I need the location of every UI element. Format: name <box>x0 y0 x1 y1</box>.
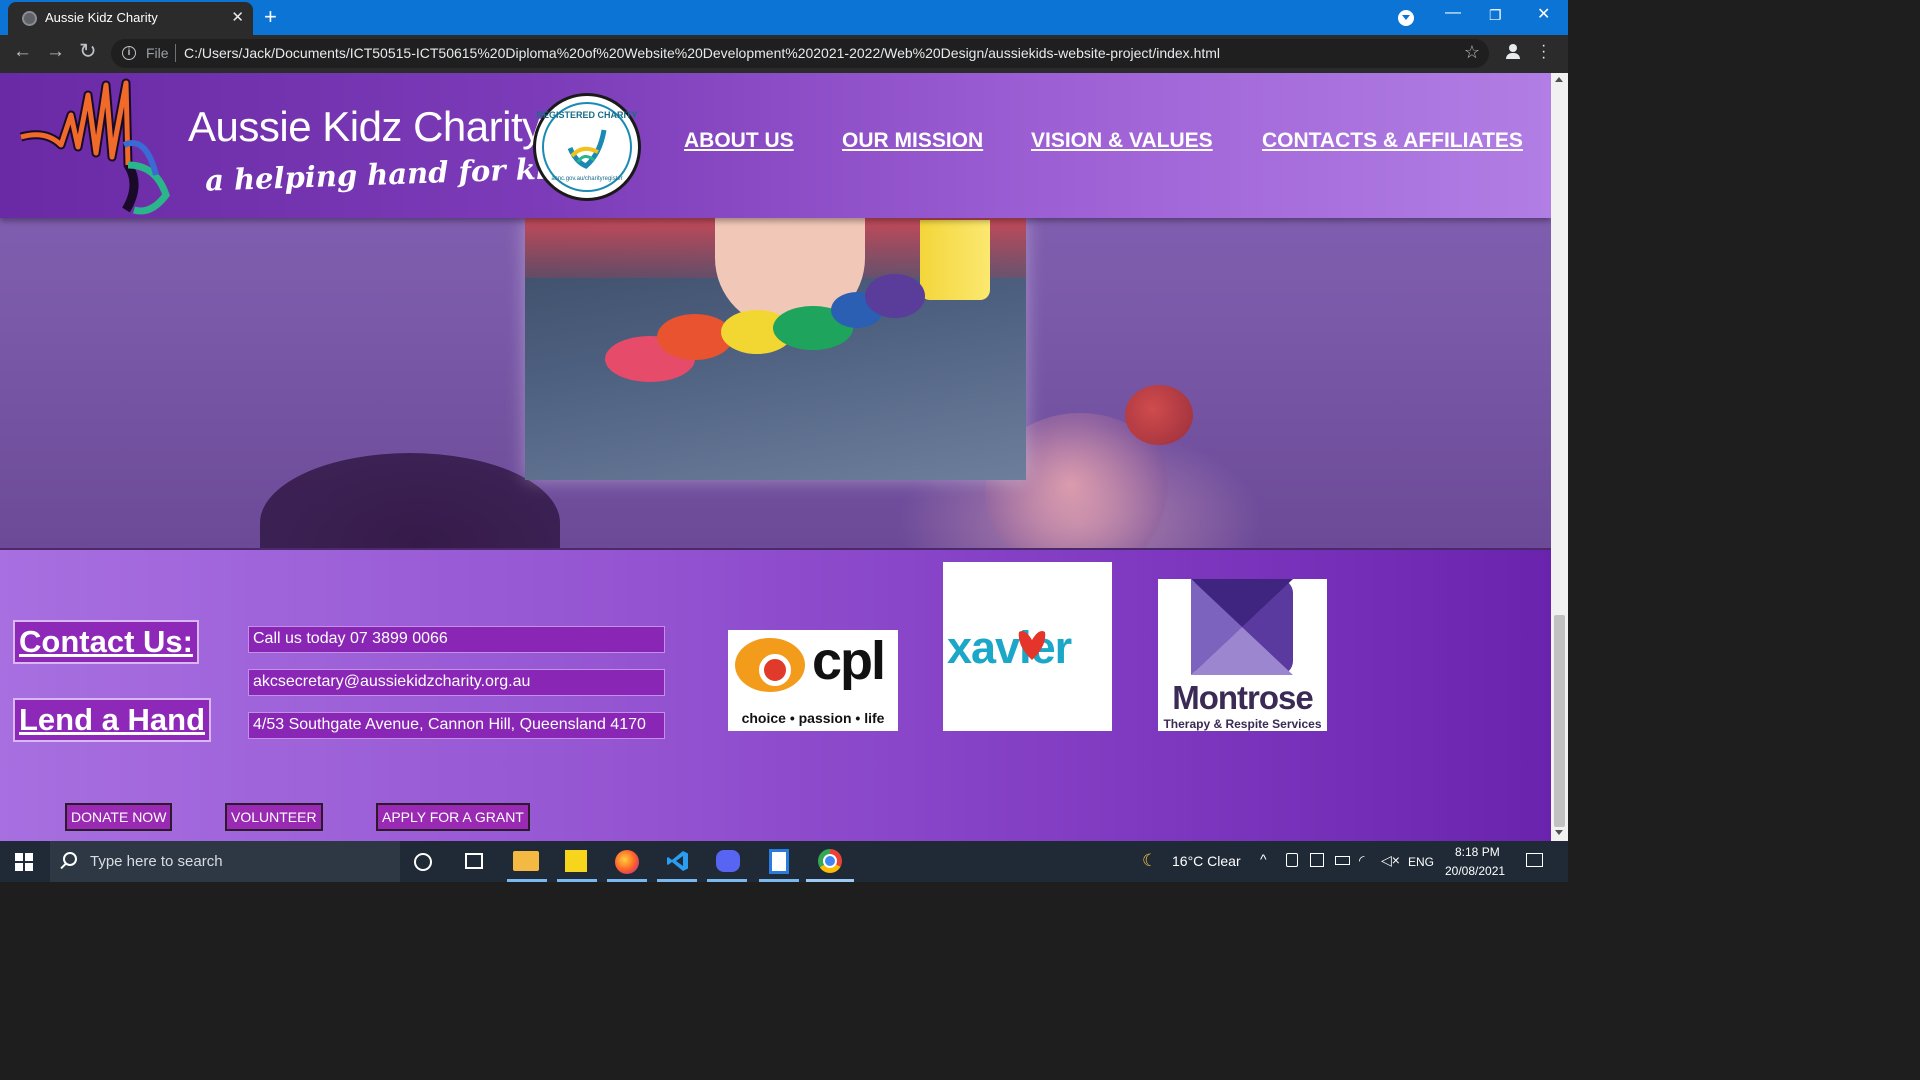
notepad-icon[interactable] <box>769 849 789 874</box>
clock-date[interactable]: 20/08/2021 <box>1445 864 1505 878</box>
search-placeholder: Type here to search <box>90 853 223 870</box>
taskbar-search[interactable]: Type here to search <box>50 841 400 882</box>
chevron-up-icon[interactable]: ^ <box>1260 851 1267 867</box>
address-bar[interactable]: i File C:/Users/Jack/Documents/ICT50515-… <box>111 39 1489 68</box>
mute-volume-icon[interactable]: ◁× <box>1381 852 1400 869</box>
montrose-tagline: Therapy & Respite Services <box>1163 717 1322 731</box>
montrose-wordmark: Montrose <box>1172 679 1314 716</box>
windows-taskbar: Type here to search ☾ 16°C Clear ^ ◜ ◁× … <box>0 841 1568 882</box>
page-scrollbar[interactable] <box>1551 73 1568 841</box>
dough-purple <box>865 274 925 318</box>
site-header: Aussie Kidz Charity a helping hand for k… <box>0 73 1551 218</box>
lend-a-hand-link[interactable]: Lend a Hand <box>13 698 212 742</box>
network-icon[interactable] <box>1310 853 1324 867</box>
language-indicator[interactable]: ENG <box>1408 855 1434 869</box>
donate-now-button[interactable]: DONATE NOW <box>65 803 173 831</box>
apply-for-grant-button[interactable]: APPLY FOR A GRANT <box>376 803 530 831</box>
yellow-cup <box>920 220 990 300</box>
scroll-thumb[interactable] <box>1554 615 1565 827</box>
nav-contacts-affiliates[interactable]: CONTACTS & AFFILIATES <box>1262 129 1523 153</box>
clock-time[interactable]: 8:18 PM <box>1455 845 1500 859</box>
url-text[interactable]: C:/Users/Jack/Documents/ICT50515-ICT5061… <box>184 45 1220 61</box>
globe-icon <box>22 11 37 26</box>
volunteer-button[interactable]: VOLUNTEER <box>225 803 323 831</box>
account-icon[interactable] <box>1506 44 1520 59</box>
nav-about-us[interactable]: ABOUT US <box>684 129 794 153</box>
browser-tab[interactable]: Aussie Kidz Charity ✕ <box>8 2 253 35</box>
xavier-logo[interactable]: xavier <box>943 562 1112 731</box>
site-tagline: a helping hand for kidz <box>204 150 585 198</box>
browser-tab-strip: Aussie Kidz Charity ✕ + — ❐ ✕ <box>0 0 1568 35</box>
browser-toolbar: ← → ↻ i File C:/Users/Jack/Documents/ICT… <box>0 35 1568 73</box>
xavier-wordmark: xavier <box>947 622 1072 673</box>
scroll-down-arrow-icon[interactable] <box>1555 830 1563 835</box>
file-explorer-icon[interactable] <box>513 851 539 871</box>
reload-button[interactable]: ↻ <box>79 39 97 64</box>
search-icon <box>63 852 77 866</box>
notifications-icon[interactable] <box>1526 853 1543 867</box>
task-view-icon[interactable] <box>465 853 483 869</box>
cortana-icon[interactable] <box>414 853 432 871</box>
red-pompom <box>1125 385 1193 445</box>
scroll-up-arrow-icon[interactable] <box>1555 77 1563 82</box>
new-tab-button[interactable]: + <box>264 4 277 30</box>
site-title[interactable]: Aussie Kidz Charity <box>188 103 543 151</box>
contact-us-link[interactable]: Contact Us: <box>13 620 199 664</box>
helping-hand-logo-icon[interactable] <box>16 75 176 215</box>
address-info: 4/53 Southgate Avenue, Cannon Hill, Quee… <box>248 712 665 739</box>
close-window-button[interactable]: ✕ <box>1537 4 1550 24</box>
discord-icon[interactable] <box>716 850 740 872</box>
tick-icon <box>567 129 607 169</box>
cpl-wordmark: cpl <box>812 631 886 691</box>
cpl-mark-icon <box>735 638 805 692</box>
moon-icon: ☾ <box>1142 851 1158 870</box>
email-info[interactable]: akcsecretary@aussiekidzcharity.org.au <box>248 669 665 696</box>
montrose-logo[interactable]: Montrose Therapy & Respite Services <box>1158 579 1327 731</box>
phone-info: Call us today 07 3899 0066 <box>248 626 665 653</box>
play-dough-photo <box>525 218 1026 480</box>
badge-url: acnc.gov.au/charityregister <box>551 176 623 182</box>
weather-text[interactable]: 16°C Clear <box>1172 853 1241 869</box>
back-button[interactable]: ← <box>13 41 32 63</box>
cpl-logo[interactable]: cpl choice • passion • life <box>728 630 898 731</box>
url-scheme: File <box>146 45 169 61</box>
page-viewport: Aussie Kidz Charity a helping hand for k… <box>0 73 1551 841</box>
registered-charity-badge[interactable]: REGISTERED CHARITY acnc.gov.au/charityre… <box>533 93 641 201</box>
meet-now-icon[interactable] <box>1286 853 1298 867</box>
nav-vision-values[interactable]: VISION & VALUES <box>1031 129 1213 153</box>
sticky-notes-icon[interactable] <box>565 850 587 872</box>
firefox-icon[interactable] <box>615 850 639 874</box>
tab-title: Aussie Kidz Charity <box>45 10 158 25</box>
heart-icon <box>1018 631 1046 660</box>
badge-text: REGISTERED CHARITY <box>536 110 638 120</box>
battery-icon[interactable] <box>1335 856 1350 865</box>
nav-our-mission[interactable]: OUR MISSION <box>842 129 983 153</box>
windows-start-icon[interactable] <box>15 853 33 871</box>
restore-button[interactable]: ❐ <box>1489 7 1502 24</box>
cpl-tagline: choice • passion • life <box>741 710 885 726</box>
wifi-icon[interactable]: ◜ <box>1359 852 1364 869</box>
montrose-x-icon <box>1191 579 1293 675</box>
bookmark-star-icon[interactable]: ☆ <box>1464 42 1480 63</box>
forward-button[interactable]: → <box>46 41 65 63</box>
minimize-button[interactable]: — <box>1445 4 1461 22</box>
more-menu-icon[interactable]: · · · <box>1541 38 1546 66</box>
tab-search-icon[interactable] <box>1398 10 1414 26</box>
vscode-icon[interactable] <box>666 849 690 873</box>
divider <box>175 44 176 62</box>
close-tab-icon[interactable]: ✕ <box>231 8 244 26</box>
site-footer: Contact Us: Lend a Hand Call us today 07… <box>0 548 1551 841</box>
info-icon[interactable]: i <box>122 46 136 60</box>
